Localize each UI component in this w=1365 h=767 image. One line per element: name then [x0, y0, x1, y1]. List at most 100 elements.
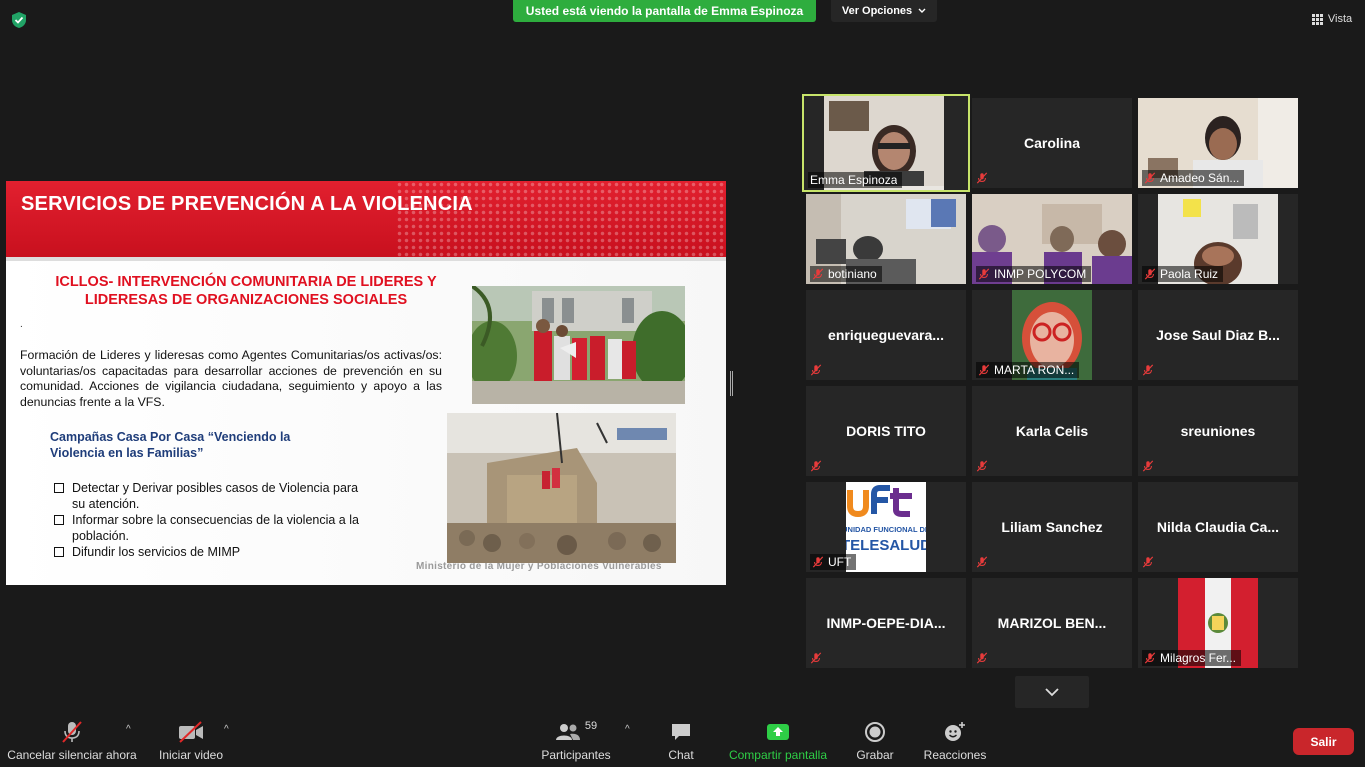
- chat-icon: [672, 724, 690, 740]
- participant-name-label: Emma Espinoza: [808, 172, 903, 188]
- participant-tile[interactable]: Carolina: [972, 98, 1132, 188]
- participant-tile[interactable]: sreuniones: [1138, 386, 1298, 476]
- reactions-label: Reacciones: [923, 748, 987, 762]
- video-camera-off-icon: [179, 721, 203, 743]
- participant-name-label: botiniano: [810, 266, 882, 282]
- slide-subtitle: ICLLOS- INTERVENCIÓN COMUNITARIA DE LIDE…: [55, 274, 437, 308]
- share-screen-button[interactable]: Compartir pantalla: [728, 718, 828, 762]
- participant-name-center: Liliam Sanchez: [972, 482, 1132, 572]
- screen-share-banner: Usted está viendo la pantalla de Emma Es…: [513, 0, 816, 22]
- splitter-handle[interactable]: [730, 371, 733, 396]
- participant-name-center: enriqueguevara...: [806, 290, 966, 380]
- unmute-button[interactable]: Cancelar silenciar ahora: [7, 718, 137, 762]
- leave-button[interactable]: Salir: [1293, 728, 1354, 755]
- microphone-muted-icon: [812, 556, 824, 568]
- participant-name: sreuniones: [1180, 423, 1256, 439]
- participants-button[interactable]: 59 Participantes: [541, 718, 611, 762]
- participant-name-center: INMP-OEPE-DIA...: [806, 578, 966, 668]
- participants-label: Participantes: [541, 748, 611, 762]
- list-item: Informar sobre la consecuencias de la vi…: [53, 512, 373, 544]
- start-video-button[interactable]: Iniciar video: [158, 718, 224, 762]
- microphone-muted-icon: [976, 459, 990, 473]
- participant-name-label: Milagros Fer...: [1142, 650, 1242, 666]
- participant-name: Karla Celis: [1015, 423, 1089, 439]
- security-shield-icon[interactable]: [10, 11, 28, 29]
- participant-name-label: Amadeo Sán...: [1142, 170, 1245, 186]
- audio-options-caret-icon[interactable]: ^: [126, 724, 131, 735]
- share-screen-label: Compartir pantalla: [728, 748, 828, 762]
- microphone-muted-icon: [1142, 555, 1156, 569]
- participant-tile[interactable]: botiniano: [806, 194, 966, 284]
- participant-tile[interactable]: MARIZOL BEN...: [972, 578, 1132, 668]
- microphone-muted-icon: [976, 171, 990, 185]
- microphone-muted-icon: [976, 651, 990, 665]
- microphone-muted-icon: [1144, 172, 1156, 184]
- participant-name-label: MARTA RON...: [976, 362, 1080, 378]
- view-layout-button[interactable]: Vista: [1307, 8, 1357, 30]
- participant-tile[interactable]: UNIDAD FUNCIONAL DE TELESALUDUFT: [806, 482, 966, 572]
- participants-options-caret-icon[interactable]: ^: [625, 724, 630, 735]
- view-layout-label: Vista: [1327, 13, 1353, 25]
- list-item: Detectar y Derivar posibles casos de Vio…: [53, 480, 373, 512]
- participant-name-center: Karla Celis: [972, 386, 1132, 476]
- participant-tile[interactable]: INMP-OEPE-DIA...: [806, 578, 966, 668]
- participants-icon: [555, 724, 580, 740]
- participant-name: DORIS TITO: [846, 423, 926, 439]
- participant-name: Nilda Claudia Ca...: [1156, 519, 1280, 535]
- list-item: Difundir los servicios de MIMP: [53, 544, 373, 560]
- slide-title: SERVICIOS DE PREVENCIÓN A LA VIOLENCIA: [21, 193, 473, 215]
- svg-text:UNIDAD FUNCIONAL DE: UNIDAD FUNCIONAL DE: [846, 525, 926, 534]
- microphone-muted-icon: [810, 459, 824, 473]
- participant-name: INMP-OEPE-DIA...: [826, 615, 946, 631]
- slide-bullet-list: Detectar y Derivar posibles casos de Vio…: [53, 480, 373, 560]
- participant-tile[interactable]: MARTA RON...: [972, 290, 1132, 380]
- participant-name-center: sreuniones: [1138, 386, 1298, 476]
- chat-button[interactable]: Chat: [664, 718, 698, 762]
- microphone-muted-icon: [810, 363, 824, 377]
- record-button[interactable]: Grabar: [856, 718, 894, 762]
- microphone-muted-icon: [1144, 652, 1156, 664]
- participant-name: UFT: [828, 555, 852, 569]
- participant-name-center: MARIZOL BEN...: [972, 578, 1132, 668]
- participant-name: INMP POLYCOM: [994, 267, 1087, 281]
- participant-tile[interactable]: enriqueguevara...: [806, 290, 966, 380]
- house-photo: [447, 413, 676, 563]
- participant-tile[interactable]: Paola Ruiz: [1138, 194, 1298, 284]
- participant-name-label: UFT: [810, 554, 857, 570]
- participant-name-center: Carolina: [972, 98, 1132, 188]
- participant-tile[interactable]: Liliam Sanchez: [972, 482, 1132, 572]
- slide-paragraph: Formación de Lideres y lideresas como Ag…: [20, 348, 442, 409]
- chat-label: Chat: [668, 748, 694, 762]
- participant-name: botiniano: [828, 267, 877, 281]
- participant-name: Milagros Fer...: [1160, 651, 1237, 665]
- participant-tile[interactable]: Karla Celis: [972, 386, 1132, 476]
- chevron-down-icon: [918, 8, 926, 13]
- microphone-muted-icon: [1142, 459, 1156, 473]
- participant-name: Emma Espinoza: [810, 173, 898, 187]
- microphone-muted-icon: [810, 651, 824, 665]
- gallery-next-page-button[interactable]: [1015, 676, 1089, 708]
- participant-tile[interactable]: Jose Saul Diaz B...: [1138, 290, 1298, 380]
- participant-name: MARIZOL BEN...: [997, 615, 1107, 631]
- video-options-caret-icon[interactable]: ^: [224, 724, 229, 735]
- march-photo: [472, 286, 685, 404]
- participant-tile[interactable]: Amadeo Sán...: [1138, 98, 1298, 188]
- participant-name-center: DORIS TITO: [806, 386, 966, 476]
- unmute-label: Cancelar silenciar ahora: [7, 748, 137, 762]
- participant-tile[interactable]: DORIS TITO: [806, 386, 966, 476]
- participant-tile[interactable]: Nilda Claudia Ca...: [1138, 482, 1298, 572]
- participant-tile[interactable]: INMP POLYCOM: [972, 194, 1132, 284]
- share-screen-icon: [767, 724, 789, 740]
- reactions-button[interactable]: Reacciones: [924, 718, 986, 762]
- zoom-window: Usted está viendo la pantalla de Emma Es…: [0, 0, 1365, 767]
- participant-tile[interactable]: Emma Espinoza: [802, 94, 970, 192]
- microphone-muted-icon: [978, 364, 990, 376]
- microphone-muted-icon: [978, 268, 990, 280]
- microphone-muted-icon: [812, 268, 824, 280]
- microphone-muted-icon: [62, 721, 82, 743]
- participant-tile[interactable]: Milagros Fer...: [1138, 578, 1298, 668]
- view-options-button[interactable]: Ver Opciones: [831, 0, 937, 22]
- participant-name: enriqueguevara...: [828, 327, 944, 343]
- chevron-down-icon: [1045, 687, 1059, 696]
- record-label: Grabar: [856, 748, 894, 762]
